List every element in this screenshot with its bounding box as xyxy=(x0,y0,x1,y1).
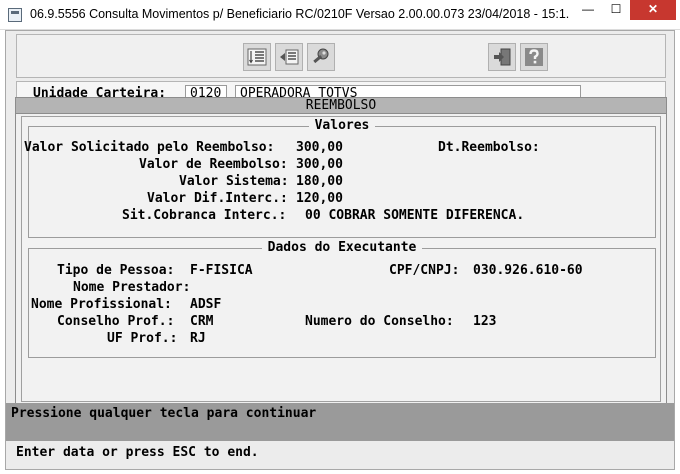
conselho-prof-label: Conselho Prof.: xyxy=(57,314,175,329)
valor-solicitado-label: Valor Solicitado pelo Reembolso: xyxy=(24,140,275,155)
client-area: Unidade Carteira: 0120 OPERADORA TOTVS R… xyxy=(5,30,675,470)
valor-dif-value: 120,00 xyxy=(296,191,343,206)
executante-group: Dados do Executante Tipo de Pessoa: F-FI… xyxy=(28,240,656,358)
uf-prof-value: RJ xyxy=(190,331,206,346)
hint-message: Enter data or press ESC to end. xyxy=(16,445,259,460)
dialog-body: Valores Valor Solicitado pelo Reembolso:… xyxy=(21,116,661,402)
valores-legend: Valores xyxy=(308,118,376,133)
exit-button[interactable] xyxy=(488,43,516,71)
valores-group: Valores Valor Solicitado pelo Reembolso:… xyxy=(24,118,656,238)
search-key-button[interactable] xyxy=(307,43,335,71)
list-arrow-icon xyxy=(280,49,299,65)
minimize-button[interactable]: — xyxy=(574,0,602,20)
valor-reembolso-label: Valor de Reembolso: xyxy=(139,157,288,172)
tipo-pessoa-label: Tipo de Pessoa: xyxy=(57,263,175,278)
dt-reembolso-label: Dt.Reembolso: xyxy=(438,140,540,155)
close-button[interactable]: ✕ xyxy=(630,0,676,20)
numero-conselho-value: 123 xyxy=(473,314,497,329)
uf-prof-label: UF Prof.: xyxy=(107,331,178,346)
list-arrow-button[interactable] xyxy=(275,43,303,71)
sort-list-icon xyxy=(247,48,267,66)
cpf-cnpj-label: CPF/CNPJ: xyxy=(389,263,460,278)
sit-cobranca-value: 00 COBRAR SOMENTE DIFERENCA. xyxy=(305,208,525,223)
app-icon xyxy=(8,8,22,22)
window-title: 06.9.5556 Consulta Movimentos p/ Benefic… xyxy=(30,7,570,21)
reembolso-dialog: REEMBOLSO Valores Valor Solicitado pelo … xyxy=(15,97,667,415)
tipo-pessoa-value: F-FISICA xyxy=(190,263,253,278)
numero-conselho-label: Numero do Conselho: xyxy=(305,314,454,329)
valor-solicitado-value: 300,00 xyxy=(296,140,343,155)
sit-cobranca-label: Sit.Cobranca Interc.: xyxy=(122,208,287,223)
valor-sistema-value: 180,00 xyxy=(296,174,343,189)
maximize-button[interactable]: ☐ xyxy=(602,0,630,20)
window-titlebar: 06.9.5556 Consulta Movimentos p/ Benefic… xyxy=(0,0,680,30)
nome-profissional-label: Nome Profissional: xyxy=(31,297,172,312)
nome-prestador-label: Nome Prestador: xyxy=(73,280,191,295)
search-key-icon xyxy=(313,48,329,64)
conselho-prof-value: CRM xyxy=(190,314,214,329)
help-button[interactable] xyxy=(520,43,548,71)
status-bar: Pressione qualquer tecla para continuar xyxy=(6,403,674,441)
exit-door-icon xyxy=(494,48,511,66)
executante-legend: Dados do Executante xyxy=(261,240,423,255)
toolbar xyxy=(16,34,666,78)
help-question-icon xyxy=(525,48,543,66)
valor-dif-label: Valor Dif.Interc.: xyxy=(147,191,288,206)
sort-list-button[interactable] xyxy=(243,43,271,71)
nome-profissional-value: ADSF xyxy=(190,297,222,312)
valor-reembolso-value: 300,00 xyxy=(296,157,343,172)
valor-sistema-label: Valor Sistema: xyxy=(179,174,289,189)
status-message: Pressione qualquer tecla para continuar xyxy=(11,406,317,421)
cpf-cnpj-value: 030.926.610-60 xyxy=(473,263,583,278)
dialog-title: REEMBOLSO xyxy=(16,98,666,114)
